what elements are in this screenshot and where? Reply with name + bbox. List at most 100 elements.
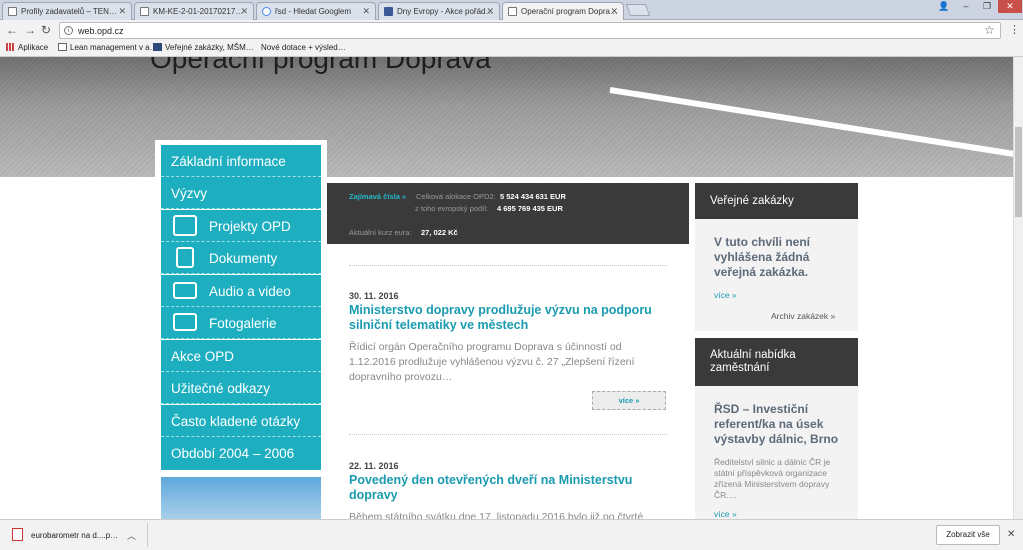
image-icon [173,313,197,331]
nav-label: Akce OPD [171,349,235,364]
apps-grid-icon [6,43,15,51]
promo-banner[interactable] [161,477,321,519]
bookmark-label: Veřejné zakázky, MŠM… [165,43,254,52]
browser-tab-active[interactable]: Operační program Dopra… ✕ [502,2,624,21]
tab-label: KM-KE-2-01-20170217… [153,7,244,16]
tenders-heading: Veřejné zakázky [695,183,858,219]
scrollbar-thumb[interactable] [1015,127,1022,217]
hero-banner: Operační program Doprava [0,57,1023,177]
nav-item-uzitecne-odkazy[interactable]: Užitečné odkazy [161,372,321,404]
nav-label: Audio a video [209,284,291,299]
nav-item-obdobi-2004-2006[interactable]: Období 2004 – 2006 [161,437,321,470]
exchange-rate-value: 27, 022 Kč [421,228,458,237]
tab-label: Operační program Dopra… [521,7,618,16]
show-all-downloads-button[interactable]: Zobrazit vše [936,525,1000,545]
back-icon[interactable]: ← [6,23,18,37]
bookmark-item[interactable]: Lean management v a… [58,43,158,52]
news-title-link[interactable]: Povedený den otevřených dveří na Ministe… [349,473,659,503]
divider [349,265,667,266]
nav-label: Často kladené otázky [171,414,301,429]
nav-label: Projekty OPD [209,219,291,234]
key-figures-bar: Zajímavá čísla » Celková alokace OPD2: 5… [327,183,689,244]
close-tab-icon[interactable]: ✕ [486,6,494,17]
allocation-label: Celková alokace OPD2: [416,192,496,201]
bookmark-label: Lean management v a… [70,43,158,52]
news-date: 22. 11. 2016 [349,461,399,471]
jobs-heading: Aktuální nabídka zaměstnání [695,338,858,386]
close-tab-icon[interactable]: ✕ [362,6,370,17]
news-date: 30. 11. 2016 [349,291,399,301]
close-tab-icon[interactable]: ✕ [610,6,618,17]
news-title-link[interactable]: Ministerstvo dopravy prodlužuje výzvu na… [349,303,659,333]
page-icon [140,7,149,16]
nav-label: Období 2004 – 2006 [171,446,295,461]
nav-label: Základní informace [171,154,286,169]
page-icon [58,43,67,51]
tab-label: Dny Evropy - Akce pořád… [397,7,494,16]
jobs-more-link[interactable]: více » [714,509,737,519]
google-icon [262,7,271,16]
close-icon[interactable]: ✕ [1007,529,1015,540]
nav-label: Dokumenty [209,251,278,266]
download-item[interactable]: eurobarometr na d....p… [31,531,118,540]
forward-icon[interactable]: → [24,23,36,37]
blank-icon [249,43,258,51]
nav-item-audio-a-video[interactable]: Audio a video [161,275,321,307]
nav-label: Užitečné odkazy [171,381,271,396]
bookmark-star-icon[interactable]: ☆ [984,23,995,37]
tab-label: Profily zadavatelů – TEN… [21,7,117,16]
browser-tab-strip: Profily zadavatelů – TEN… ✕ KM-KE-2-01-2… [0,0,1023,21]
reload-icon[interactable]: ↻ [41,23,51,37]
key-figures-link[interactable]: Zajímavá čísla » [349,192,406,201]
bookmarks-bar: Aplikace Lean management v a… Veřejné za… [0,40,1023,57]
tender-archive-link[interactable]: Archiv zakázek » [771,311,835,321]
nav-label: Fotogalerie [209,316,277,331]
nav-item-dokumenty[interactable]: Dokumenty [161,242,321,274]
bookmark-label: Nové dotace + výsled… [261,43,346,52]
browser-tab[interactable]: Profily zadavatelů – TEN… ✕ [2,2,132,20]
road-marking [609,87,1023,172]
nav-item-projekty-opd[interactable]: Projekty OPD [161,210,321,242]
tab-label: řsd - Hledat Googlem [275,7,352,16]
nav-item-fotogalerie[interactable]: Fotogalerie [161,307,321,339]
document-icon [176,247,194,268]
chevron-up-icon[interactable]: ︿ [127,529,136,542]
browser-tab[interactable]: Dny Evropy - Akce pořád… ✕ [378,2,500,20]
eu-share-label: z toho evropský podíl: [415,204,488,213]
bookmark-label: Aplikace [18,43,49,52]
bookmark-item[interactable]: Nové dotace + výsled… [249,43,346,52]
nav-item-vyzvy[interactable]: Výzvy [161,177,321,209]
site-title: Operační program Doprava [150,57,491,74]
exchange-rate-label: Aktuální kurz eura: [349,228,412,237]
page-icon [384,7,393,16]
job-description: Ředitelství silnic a dálnic ČR je státní… [714,457,831,500]
site-icon [153,43,162,51]
browser-tab[interactable]: KM-KE-2-01-20170217… ✕ [134,2,254,20]
nav-item-akce-opd[interactable]: Akce OPD [161,340,321,372]
job-title-link[interactable]: ŘSD – Investiční referent/ka na úsek výs… [714,402,850,447]
page-icon [508,7,517,16]
browser-tab[interactable]: řsd - Hledat Googlem ✕ [256,2,376,20]
tenders-more-link[interactable]: více » [714,290,737,300]
browser-menu-icon[interactable]: ⋮ [1009,23,1020,36]
info-icon[interactable]: i [64,26,73,35]
bookmark-apps[interactable]: Aplikace [6,43,48,52]
cassette-icon [173,282,197,299]
url-input[interactable]: i web.opd.cz [59,22,1001,39]
address-bar-row: ← → ↻ i web.opd.cz [0,20,1023,40]
nav-item-casto-kladene-otazky[interactable]: Často kladené otázky [161,405,321,437]
close-tab-icon[interactable]: ✕ [118,6,126,17]
window-close-icon[interactable]: ✕ [998,0,1022,13]
new-tab-button[interactable] [625,4,651,16]
minimize-icon[interactable]: – [956,0,976,13]
maximize-icon[interactable]: ❐ [977,0,997,13]
user-icon[interactable]: 👤 [934,0,954,13]
page-scrollbar[interactable] [1013,57,1023,519]
pdf-file-icon [12,528,23,541]
news-more-button[interactable]: více » [592,391,666,410]
eu-share-value: 4 695 769 435 EUR [497,204,563,213]
nav-item-zakladni-informace[interactable]: Základní informace [161,145,321,177]
page-icon [8,7,17,16]
bookmark-item[interactable]: Veřejné zakázky, MŠM… [153,43,254,52]
close-tab-icon[interactable]: ✕ [240,6,248,17]
